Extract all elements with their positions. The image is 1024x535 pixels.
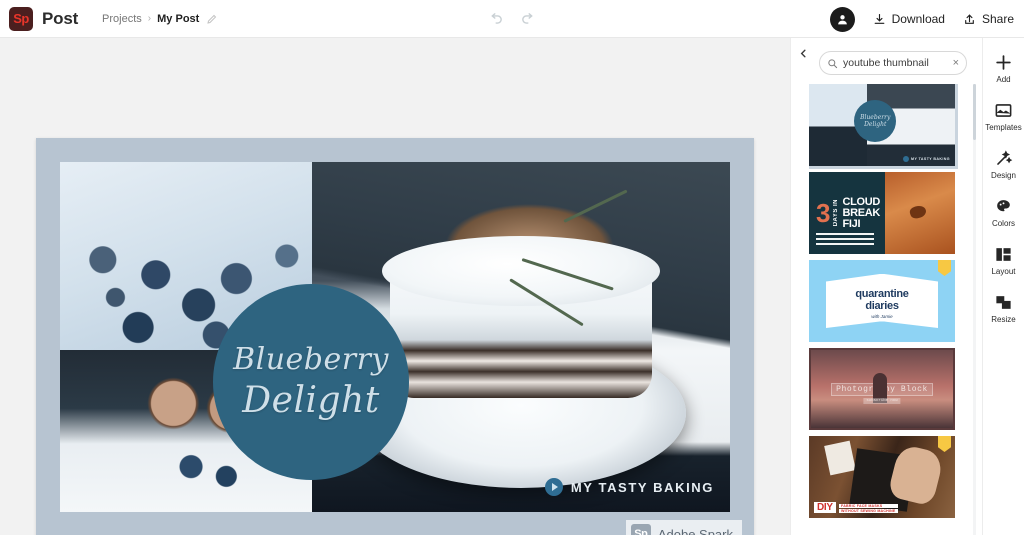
tool-templates-label: Templates [985, 123, 1022, 132]
plus-icon [994, 52, 1014, 72]
tool-resize-label: Resize [991, 315, 1016, 324]
thumb-badge-line2: Delight [864, 121, 887, 129]
download-button[interactable]: Download [873, 12, 945, 26]
open-book-graphic: quarantine diaries with Jamie [826, 274, 938, 328]
thumb-caption-line2: WITHOUT SEWING MACHINE [839, 509, 898, 513]
spark-post-editor: Sp Post Projects › My Post Download Shar… [0, 0, 1024, 535]
palette-icon [994, 196, 1014, 216]
thumb-number: 3 [816, 197, 831, 228]
close-icon[interactable]: × [953, 57, 959, 69]
search-container: youtube thumbnail × [819, 51, 967, 75]
breadcrumb-projects-link[interactable]: Projects [102, 13, 142, 25]
thumb-channel-name: MY TASTY BAKING [911, 157, 950, 161]
top-bar-actions: Download Share [829, 0, 1014, 38]
play-circle-icon [544, 478, 563, 496]
undo-icon[interactable] [487, 11, 504, 28]
thumb-tag: DIY [814, 502, 836, 513]
design-artboard[interactable]: Blueberry Delight MY TASTY BAKING [60, 162, 730, 512]
thumb-word-3: FIJI [842, 217, 861, 230]
panel-scrollbar-track[interactable] [973, 84, 976, 535]
channel-lockup[interactable]: MY TASTY BAKING [544, 478, 714, 496]
resize-icon [993, 292, 1013, 312]
breadcrumb: Projects › My Post [102, 13, 218, 25]
template-thumbnail[interactable]: DIY FABRIC FACE MASKS WITHOUT SEWING MAC… [809, 436, 955, 518]
share-icon [963, 13, 976, 26]
undo-redo-group [487, 0, 537, 38]
tool-layout[interactable]: Layout [991, 244, 1016, 276]
chevron-left-icon[interactable] [795, 45, 811, 61]
thumb-channel: MY TASTY BAKING [903, 156, 950, 162]
template-results-list[interactable]: Blueberry Delight MY TASTY BAKING 3 DAYS… [809, 84, 967, 535]
thumb-subtitle: subscribe now [863, 398, 901, 405]
thumb-text-panel: 3 DAYS IN CLOUD BREAK FIJI [809, 172, 885, 254]
download-label: Download [891, 12, 945, 26]
user-avatar-icon[interactable] [829, 6, 855, 32]
thumb-caption: FABRIC FACE MASKS WITHOUT SEWING MACHINE [839, 504, 898, 513]
tool-colors-label: Colors [991, 219, 1016, 228]
share-button[interactable]: Share [963, 12, 1014, 26]
brand-home-link[interactable]: Sp Post [0, 6, 79, 31]
channel-name: MY TASTY BAKING [570, 479, 714, 495]
premium-crown-icon [938, 260, 951, 276]
right-toolbar: Add Templates Design Colors Layout Resiz… [982, 38, 1024, 535]
tool-add[interactable]: Add [994, 52, 1014, 84]
breadcrumb-current-project[interactable]: My Post [157, 13, 199, 25]
top-bar: Sp Post Projects › My Post Download Shar… [0, 0, 1024, 38]
thumb-title-line2: diaries [865, 299, 899, 312]
tool-add-label: Add [996, 75, 1011, 84]
tool-templates[interactable]: Templates [985, 100, 1022, 132]
thumb-title-line1: quarantine [855, 287, 909, 300]
watermark-label: Adobe Spark [657, 526, 733, 535]
waves-icon [816, 233, 874, 247]
paper-pattern [823, 440, 856, 475]
surfer-silhouette [908, 204, 928, 221]
premium-crown-icon [938, 436, 951, 452]
template-thumbnail[interactable]: quarantine diaries with Jamie [809, 260, 955, 342]
thumb-word-2: BREAK [842, 206, 881, 219]
design-canvas[interactable]: Blueberry Delight MY TASTY BAKING Sp Ado… [36, 138, 754, 535]
thumb-subtitle: with Jamie [871, 314, 893, 320]
rosemary-sprig [563, 189, 628, 223]
cake-frosting-top [382, 236, 660, 306]
share-label: Share [981, 12, 1014, 26]
panel-scrollbar-thumb[interactable] [973, 84, 976, 140]
tool-layout-label: Layout [991, 267, 1016, 276]
tool-resize[interactable]: Resize [991, 292, 1016, 324]
template-thumbnail[interactable]: Blueberry Delight MY TASTY BAKING [809, 84, 958, 169]
template-thumbnail[interactable]: Photography Block subscribe now [809, 348, 955, 430]
thumb-badge-line1: Blueberry [860, 113, 891, 121]
blueberry-delight-badge[interactable]: Blueberry Delight [213, 284, 409, 480]
badge-title-line2: Delight [242, 380, 380, 421]
badge-title-line1: Blueberry [233, 342, 389, 377]
tool-colors[interactable]: Colors [992, 196, 1015, 228]
template-thumbnail[interactable]: 3 DAYS IN CLOUD BREAK FIJI [809, 172, 955, 254]
adobe-spark-watermark: Sp Adobe Spark [625, 520, 742, 535]
search-value: youtube thumbnail [843, 57, 929, 69]
thumb-days-in: DAYS IN [833, 199, 840, 227]
search-input[interactable]: youtube thumbnail × [819, 51, 967, 75]
breadcrumb-separator: › [147, 13, 152, 24]
adobe-spark-logo-icon: Sp [9, 6, 33, 31]
layout-grid-icon [994, 244, 1014, 264]
tool-design-label: Design [991, 171, 1016, 180]
template-search-panel: youtube thumbnail × Blueberry Delight MY… [790, 38, 982, 535]
redo-icon[interactable] [520, 11, 537, 28]
magic-wand-icon [994, 148, 1014, 168]
thumb-photo-surfer [884, 172, 955, 254]
tool-design[interactable]: Design [991, 148, 1016, 180]
thumb-title: CLOUD BREAK FIJI [842, 195, 881, 230]
app-title: Post [42, 8, 79, 28]
play-circle-icon [903, 156, 910, 162]
thumb-caption-line1: FABRIC FACE MASKS [839, 504, 898, 508]
search-icon [827, 58, 838, 69]
editor-workspace: Blueberry Delight MY TASTY BAKING Sp Ado… [0, 38, 790, 535]
templates-icon [994, 100, 1014, 120]
pencil-icon[interactable] [206, 13, 218, 25]
download-icon [873, 13, 886, 26]
watermark-logo-icon: Sp [630, 524, 651, 535]
thumb-word-1: CLOUD [842, 195, 881, 208]
